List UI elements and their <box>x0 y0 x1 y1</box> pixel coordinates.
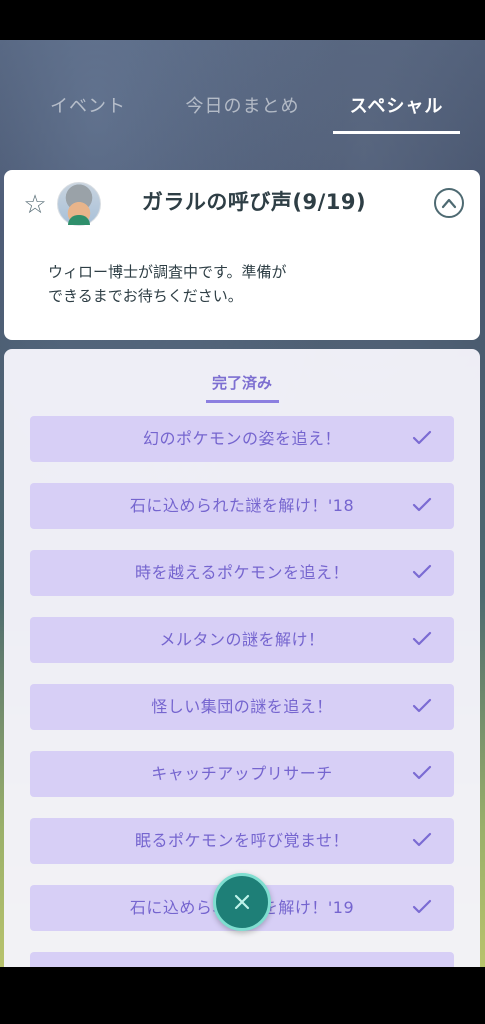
description-line: ウィロー博士が調査中です。準備が <box>48 263 287 281</box>
professor-avatar <box>57 182 101 226</box>
quest-item[interactable]: 眠るポケモンを呼び覚ませ！ <box>30 818 454 864</box>
quest-item[interactable]: キャッチアップリサーチ <box>30 751 454 797</box>
tab-events[interactable]: イベント <box>40 92 136 136</box>
app-screen: イベント 今日のまとめ スペシャル ☆ ガラルの呼び声(9/19) ウィロー博士… <box>0 40 485 967</box>
section-completed-label: 完了済み <box>211 374 272 392</box>
tab-today-summary[interactable]: 今日のまとめ <box>175 92 310 136</box>
check-icon <box>412 631 432 646</box>
close-button[interactable] <box>213 873 271 931</box>
quest-item[interactable]: 怪しい集団の謎を追え！ <box>30 684 454 730</box>
check-icon <box>412 765 432 780</box>
check-icon <box>412 899 432 914</box>
quest-label: 眠るポケモンを呼び覚ませ！ <box>134 831 350 850</box>
close-icon <box>234 894 250 910</box>
research-description: ウィロー博士が調査中です。準備が できるまでお待ちください。 <box>48 260 428 308</box>
quest-label: 時を越えるポケモンを追え！ <box>134 563 350 582</box>
quest-item[interactable]: 時を越えるポケモンを追え！ <box>30 550 454 596</box>
description-line: できるまでお待ちください。 <box>48 287 243 305</box>
quest-item-partial[interactable] <box>30 952 454 967</box>
check-icon <box>412 430 432 445</box>
research-header-card: ☆ ガラルの呼び声(9/19) ウィロー博士が調査中です。準備が できるまでお待… <box>4 170 480 340</box>
tab-bar: イベント 今日のまとめ スペシャル <box>0 92 485 142</box>
quest-item[interactable]: 石に込められた謎を解け！'18 <box>30 483 454 529</box>
quest-label: メルタンの謎を解け！ <box>159 630 325 649</box>
system-navigation-bar <box>0 967 485 1024</box>
star-icon[interactable]: ☆ <box>21 191 49 219</box>
collapse-button[interactable] <box>434 188 464 218</box>
check-icon <box>412 564 432 579</box>
quest-label: 怪しい集団の謎を追え！ <box>151 697 333 716</box>
research-title: ガラルの呼び声(9/19) <box>141 190 367 214</box>
check-icon <box>412 497 432 512</box>
quest-item[interactable]: メルタンの謎を解け！ <box>30 617 454 663</box>
quest-label: 石に込められた謎を解け！'18 <box>129 496 355 515</box>
chevron-up-icon <box>441 198 457 209</box>
quest-label: 幻のポケモンの姿を追え！ <box>142 429 341 448</box>
quest-item[interactable]: 幻のポケモンの姿を追え！ <box>30 416 454 462</box>
tab-special[interactable]: スペシャル <box>333 92 460 136</box>
section-underline <box>206 400 279 403</box>
check-icon <box>412 832 432 847</box>
quest-label: キャッチアップリサーチ <box>151 764 333 783</box>
active-tab-indicator <box>333 131 460 134</box>
check-icon <box>412 698 432 713</box>
